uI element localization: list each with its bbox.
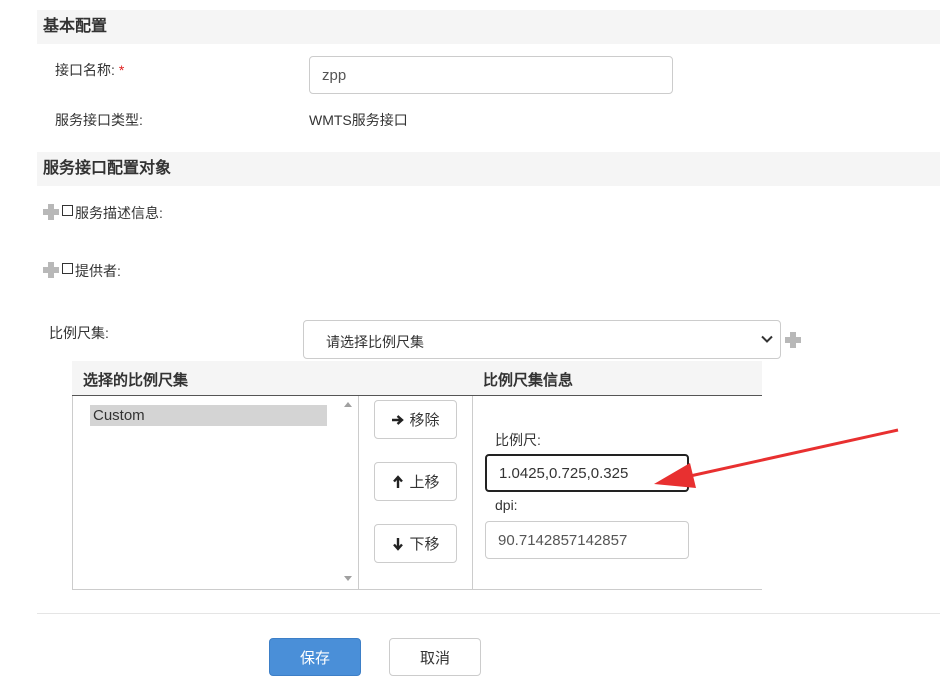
expand-plus-icon[interactable] [43,262,59,278]
annotation-arrow-icon [654,428,899,488]
move-down-button-label: 下移 [409,536,440,553]
dpi-input[interactable] [485,521,689,559]
add-scale-set-plus-icon[interactable] [785,332,801,348]
scale-set-select-value: 请选择比例尺集 [326,334,424,350]
arrow-down-icon [393,537,404,551]
service-desc-label: 服务描述信息: [75,205,163,221]
service-type-value: WMTS服务接口 [309,112,408,128]
selected-scale-set-list[interactable]: Custom [72,396,358,590]
interface-name-label: 接口名称: * [55,60,124,80]
scale-label: 比例尺: [495,432,541,448]
selected-scale-set-header: 选择的比例尺集 [83,372,189,389]
required-mark: * [118,62,125,78]
expand-plus-icon[interactable] [43,204,59,220]
scale-set-label: 比例尺集: [49,325,109,341]
save-button[interactable]: 保存 [269,638,361,676]
scroll-up-icon[interactable] [344,402,352,407]
move-up-button[interactable]: 上移 [374,462,457,501]
interface-name-input[interactable] [309,56,673,94]
list-scrollbar[interactable] [339,396,357,588]
list-item[interactable]: Custom [90,405,327,426]
cancel-button[interactable]: 取消 [389,638,481,676]
remove-button-label: 移除 [409,412,440,429]
arrow-right-icon [392,414,405,425]
dpi-label: dpi: [495,497,518,513]
provider-label: 提供者: [75,263,121,279]
scale-panel-header: 选择的比例尺集 比例尺集信息 [72,361,762,396]
move-up-button-label: 上移 [409,474,440,491]
basic-config-header: 基本配置 [37,10,940,44]
footer-divider [37,613,940,614]
service-config-header: 服务接口配置对象 [37,152,940,186]
service-type-label: 服务接口类型: [55,112,143,128]
provider-checkbox[interactable] [62,263,73,274]
scale-set-info-header: 比例尺集信息 [483,372,574,389]
remove-button[interactable]: 移除 [374,400,457,439]
scale-set-select[interactable]: 请选择比例尺集 [303,320,781,359]
chevron-down-icon [761,335,773,343]
arrow-up-icon [393,474,404,488]
scroll-down-icon[interactable] [344,576,352,581]
list-action-column: 移除 上移 下移 [358,396,473,590]
move-down-button[interactable]: 下移 [374,524,457,563]
interface-name-label-text: 接口名称: [55,62,115,78]
service-desc-checkbox[interactable] [62,205,73,216]
